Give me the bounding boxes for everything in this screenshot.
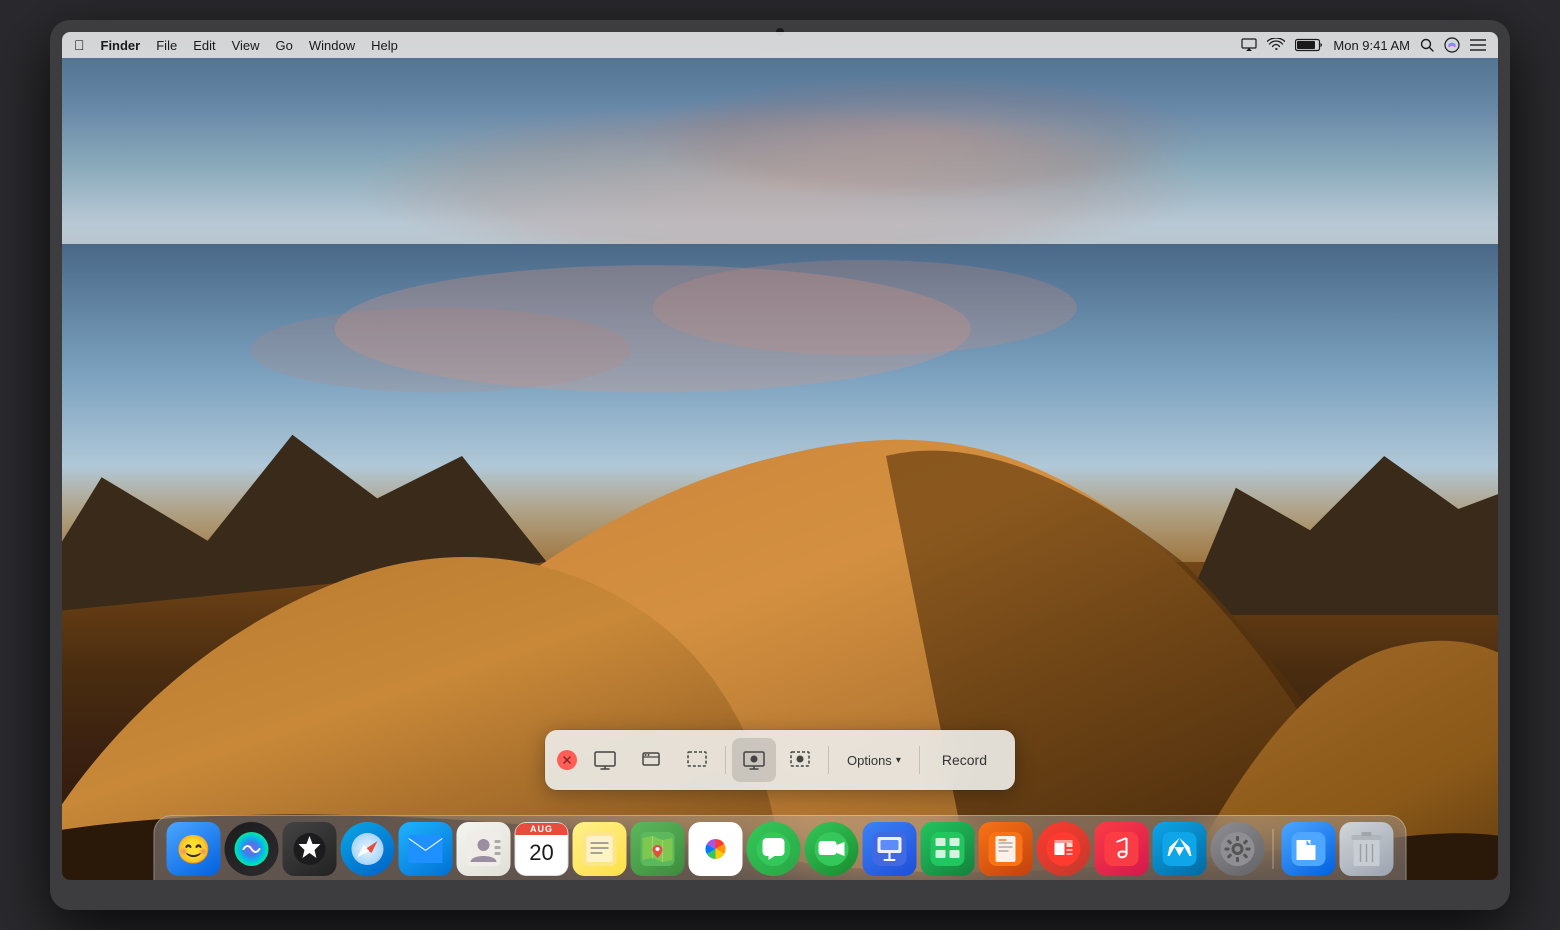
dock-icon-news[interactable] <box>1037 822 1091 876</box>
options-button[interactable]: Options ▾ <box>835 747 913 774</box>
dock-icon-messages[interactable] <box>747 822 801 876</box>
battery-icon <box>1295 38 1323 52</box>
dock-icon-music[interactable] <box>1095 822 1149 876</box>
dock-icon-files[interactable] <box>1282 822 1336 876</box>
dock-icon-finder[interactable]: 😊 <box>167 822 221 876</box>
siri-menubar-icon[interactable] <box>1444 37 1460 53</box>
record-screen-button[interactable] <box>732 738 776 782</box>
menu-file[interactable]: File <box>156 38 177 53</box>
apple-logo[interactable]:  <box>74 37 85 53</box>
dock-separator <box>1273 829 1274 869</box>
dock-icon-keynote[interactable] <box>863 822 917 876</box>
options-label: Options <box>847 753 892 768</box>
record-button[interactable]: Record <box>926 746 1003 774</box>
options-chevron: ▾ <box>896 755 901 766</box>
dock-icon-maps[interactable] <box>631 822 685 876</box>
dock-icon-contacts[interactable] <box>457 822 511 876</box>
screenshot-toolbar: Options ▾ Record <box>545 730 1015 790</box>
dock: 😊 <box>154 815 1407 880</box>
toolbar-divider-2 <box>828 746 829 774</box>
toolbar-divider-1 <box>725 746 726 774</box>
list-icon[interactable] <box>1470 38 1486 52</box>
spotlight-icon[interactable] <box>1420 38 1434 52</box>
close-button[interactable] <box>557 750 577 770</box>
menu-edit[interactable]: Edit <box>193 38 215 53</box>
dock-icon-calendar[interactable]: AUG 20 <box>515 822 569 876</box>
menu-finder[interactable]: Finder <box>101 38 141 53</box>
record-selection-button[interactable] <box>778 738 822 782</box>
dock-icon-appstore[interactable] <box>1153 822 1207 876</box>
dock-icon-pages[interactable] <box>979 822 1033 876</box>
dock-icon-siri[interactable] <box>225 822 279 876</box>
dock-icon-mail[interactable] <box>399 822 453 876</box>
menubar-right: Mon 9:41 AM <box>1241 37 1486 53</box>
menu-view[interactable]: View <box>232 38 260 53</box>
capture-selection-button[interactable] <box>675 738 719 782</box>
menu-go[interactable]: Go <box>276 38 293 53</box>
airplay-icon[interactable] <box>1241 38 1257 52</box>
toolbar-divider-3 <box>919 746 920 774</box>
dock-icon-photos[interactable] <box>689 822 743 876</box>
laptop-frame:  Finder File Edit View Go Window Help <box>50 20 1510 910</box>
menubar-left:  Finder File Edit View Go Window Help <box>74 37 1241 53</box>
menubar:  Finder File Edit View Go Window Help <box>62 32 1498 58</box>
dock-icon-launchpad[interactable] <box>283 822 337 876</box>
menu-window[interactable]: Window <box>309 38 355 53</box>
dock-icon-settings[interactable] <box>1211 822 1265 876</box>
capture-window-button[interactable] <box>629 738 673 782</box>
screen:  Finder File Edit View Go Window Help <box>62 32 1498 880</box>
dock-icon-trash[interactable] <box>1340 822 1394 876</box>
dock-icon-facetime[interactable] <box>805 822 859 876</box>
dock-icon-numbers[interactable] <box>921 822 975 876</box>
dock-icon-notes[interactable] <box>573 822 627 876</box>
clock: Mon 9:41 AM <box>1333 38 1410 53</box>
menu-help[interactable]: Help <box>371 38 398 53</box>
capture-screen-button[interactable] <box>583 738 627 782</box>
dock-icon-safari[interactable] <box>341 822 395 876</box>
wifi-icon[interactable] <box>1267 38 1285 52</box>
